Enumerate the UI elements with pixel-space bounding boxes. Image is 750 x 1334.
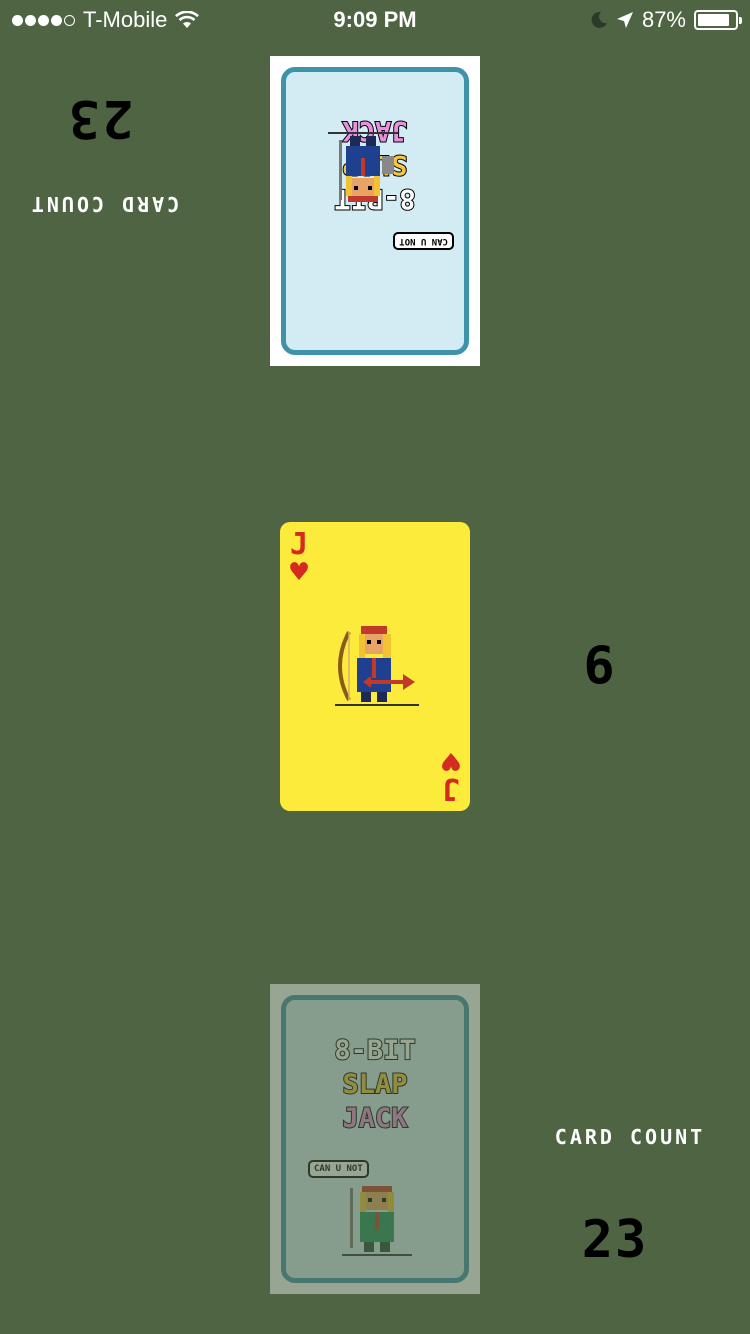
deck-title-line-1: 8-BIT — [333, 1034, 416, 1067]
pixel-character-icon — [328, 132, 398, 202]
pixel-character-icon — [342, 1186, 412, 1256]
heart-suit-icon: ♥ — [289, 555, 309, 590]
player-card-count-label: CARD COUNT — [554, 1125, 706, 1149]
opponent-deck[interactable]: 8-BIT SLAP JACK CAN U NOT — [270, 56, 480, 366]
player-deck[interactable]: 8-BIT SLAP JACK CAN U NOT — [270, 984, 480, 1294]
deck-title: 8-BIT SLAP JACK — [286, 1034, 464, 1136]
heart-suit-icon-inverted: ♥ — [441, 743, 461, 778]
deck-title-line-2: SLAP — [341, 1068, 408, 1101]
jack-archer-icon — [335, 626, 419, 706]
opponent-card-count-label: CARD COUNT — [28, 192, 180, 216]
battery-fill — [698, 14, 730, 26]
speech-bubble: CAN U NOT — [393, 232, 454, 250]
battery-icon — [694, 10, 742, 30]
player-card-count: 23 — [581, 1210, 649, 1270]
opponent-card-count: 23 — [66, 88, 134, 148]
card-corner-bottom-right: J ♥ — [436, 743, 466, 806]
deck-title-line-3: JACK — [341, 1102, 408, 1135]
moon-icon — [591, 11, 607, 28]
battery-percent: 87% — [641, 7, 686, 32]
status-right: 87% — [590, 7, 742, 33]
deck-back-face: 8-BIT SLAP JACK CAN U NOT — [281, 67, 469, 355]
deck-back-face: 8-BIT SLAP JACK CAN U NOT — [281, 995, 469, 1283]
center-pile-card[interactable]: J ♥ J ♥ — [280, 522, 470, 811]
card-corner-top-left: J ♥ — [284, 530, 314, 590]
location-arrow-icon — [616, 12, 633, 28]
speech-bubble: CAN U NOT — [308, 1160, 369, 1178]
status-bar: T-Mobile 9:09 PM 87% — [0, 0, 750, 40]
pile-count: 6 — [583, 636, 617, 696]
